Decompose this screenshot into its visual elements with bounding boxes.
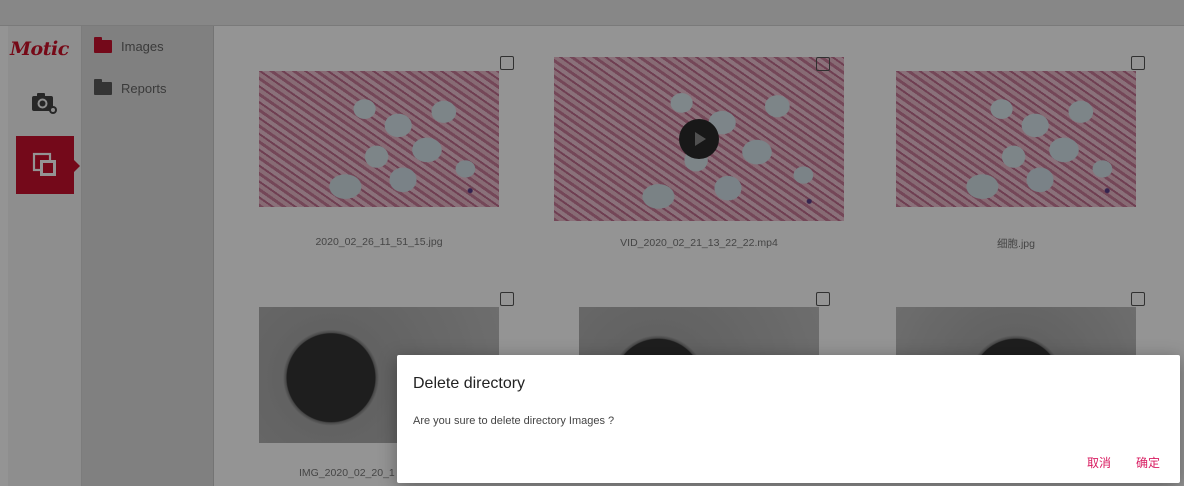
dialog-message: Are you sure to delete directory Images … <box>413 415 615 427</box>
dialog-title: Delete directory <box>413 375 526 392</box>
delete-directory-dialog: Delete directory Are you sure to delete … <box>397 355 1180 483</box>
confirm-button[interactable]: 确定 <box>1136 454 1160 471</box>
cancel-button[interactable]: 取消 <box>1087 454 1111 471</box>
